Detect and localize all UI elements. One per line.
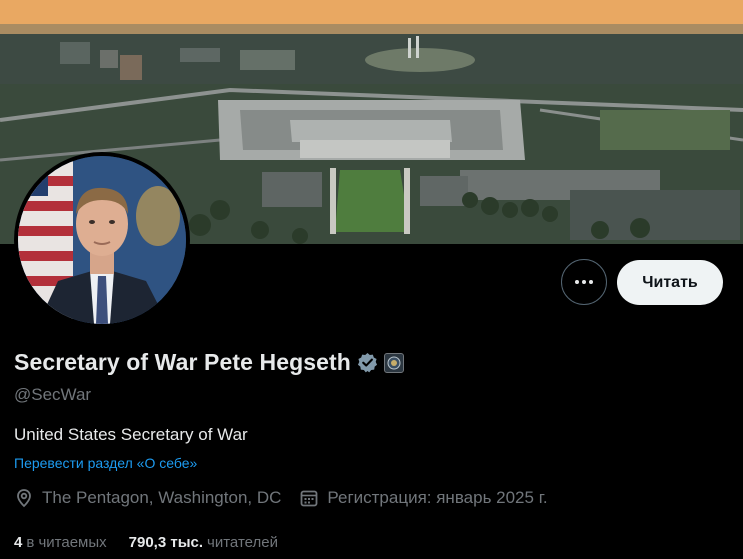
joined-text: Регистрация: январь 2025 г.: [327, 488, 548, 507]
followers-label: читателей: [207, 534, 278, 551]
affiliation-badge-icon[interactable]: [383, 352, 404, 373]
avatar-photo: [18, 156, 186, 324]
following-count: 4: [14, 534, 23, 551]
joined-item: Регистрация: январь 2025 г.: [299, 488, 548, 508]
more-options-button[interactable]: [561, 259, 607, 305]
follow-button[interactable]: Читать: [617, 260, 723, 305]
profile-handle: @SecWar: [14, 385, 92, 404]
name-row: Secretary of War Pete Hegseth: [14, 349, 404, 376]
more-dot: [582, 280, 586, 284]
location-pin-icon: [17, 489, 31, 508]
location-item: The Pentagon, Washington, DC: [14, 488, 281, 508]
followers-link[interactable]: 790,3 тыс. читателей: [129, 534, 278, 551]
calendar-icon: [301, 490, 318, 507]
following-link[interactable]: 4в читаемых: [14, 534, 107, 551]
followers-count: 790,3 тыс.: [128, 534, 204, 551]
profile-avatar[interactable]: [14, 152, 190, 328]
translate-bio-link[interactable]: Перевести раздел «О себе»: [14, 455, 197, 471]
following-label: в читаемых: [26, 534, 107, 551]
more-horizontal-icon: [574, 280, 579, 284]
profile-meta: The Pentagon, Washington, DC Регистрация…: [14, 488, 566, 508]
more-dot: [589, 280, 594, 284]
verified-badge-icon[interactable]: [357, 352, 378, 373]
profile-bio: United States Secretary of War: [14, 425, 248, 444]
profile-stats: 4в читаемых 790,3 тыс. читателей: [14, 534, 300, 551]
display-name: Secretary of War Pete Hegseth: [14, 349, 351, 375]
location-text: The Pentagon, Washington, DC: [42, 488, 282, 507]
